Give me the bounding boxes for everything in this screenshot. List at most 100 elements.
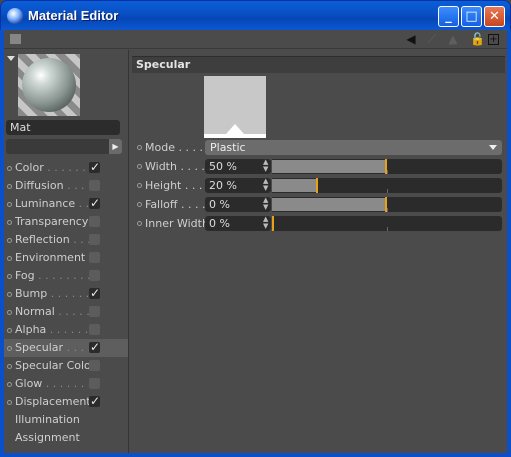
animation-dot-icon[interactable]: [137, 183, 142, 188]
slider-handle[interactable]: [316, 178, 318, 193]
mode-value: Plastic: [210, 141, 246, 154]
channel-label: Luminance . . .: [15, 195, 96, 213]
param-value-field[interactable]: 20 %: [205, 178, 271, 193]
param-row: Falloff . . . .0 % ▲ ▼: [132, 196, 504, 214]
channel-name: Fog: [15, 269, 35, 282]
animation-dot-icon[interactable]: [137, 202, 142, 207]
animation-dot-icon: [7, 292, 12, 297]
channel-item[interactable]: Displacement: [4, 392, 128, 411]
channel-item[interactable]: Luminance . . .: [4, 194, 128, 213]
channel-item[interactable]: Bump . . . . . . .: [4, 284, 128, 303]
param-value-field[interactable]: 50 %: [205, 159, 271, 174]
channel-name: Bump: [15, 287, 48, 300]
channel-checkbox[interactable]: [89, 234, 100, 245]
channel-item[interactable]: Assignment: [4, 429, 128, 447]
back-arrow-icon[interactable]: ◀: [404, 32, 418, 46]
channel-checkbox[interactable]: [89, 284, 100, 302]
channel-item[interactable]: Glow . . . . . . . .: [4, 375, 128, 393]
channel-name: Environment: [15, 251, 86, 264]
app-icon: [7, 8, 23, 24]
channel-checkbox[interactable]: [89, 216, 100, 227]
title-bar[interactable]: Material Editor _ □ ✕: [0, 0, 511, 30]
param-slider[interactable]: [272, 197, 502, 212]
maximize-button[interactable]: □: [461, 6, 482, 27]
param-value-field[interactable]: 0 %: [205, 216, 271, 231]
channel-label: Alpha . . . . . . .: [15, 321, 95, 339]
preview-sphere: [22, 58, 76, 112]
lock-icon[interactable]: 🔓: [470, 32, 485, 46]
channel-checkbox[interactable]: [89, 158, 100, 176]
channel-name: Transparency: [15, 215, 89, 228]
channel-checkbox[interactable]: [89, 270, 100, 281]
param-value-field[interactable]: 0 %: [205, 197, 271, 212]
param-row: Height . . . . 20 % ▲ ▼: [132, 177, 504, 195]
chevron-right-icon[interactable]: ▶: [109, 139, 122, 154]
channel-name: Glow: [15, 377, 43, 390]
channel-item[interactable]: Specular . . . .: [4, 338, 128, 357]
channel-item[interactable]: Diffusion . . . . .: [4, 177, 128, 195]
channel-item[interactable]: Alpha . . . . . . .: [4, 321, 128, 339]
grip-icon[interactable]: [10, 34, 21, 44]
channel-checkbox[interactable]: [89, 338, 100, 356]
channel-item[interactable]: Reflection . . .: [4, 231, 128, 249]
section-title: Specular: [132, 56, 505, 73]
close-button[interactable]: ✕: [484, 6, 505, 27]
channel-item[interactable]: Specular Color: [4, 357, 128, 375]
up-arrow-icon[interactable]: ▲: [446, 32, 460, 46]
channel-item[interactable]: Environment: [4, 249, 128, 267]
channel-checkbox[interactable]: [89, 360, 100, 371]
channel-checkbox[interactable]: [89, 306, 100, 317]
channel-panel: Mat ▶ Color . . . . . . . .Diffusion . .…: [4, 50, 129, 453]
channel-name: Assignment: [15, 431, 80, 444]
animation-dot-icon: [7, 238, 12, 243]
channel-checkbox[interactable]: [89, 194, 100, 212]
channel-item[interactable]: Normal . . . . . .: [4, 303, 128, 321]
slider-fill: [272, 179, 318, 192]
slider-center-tick: [387, 227, 388, 231]
channel-label: Diffusion . . . . .: [15, 177, 99, 195]
spinner-arrows-icon[interactable]: ▲ ▼: [263, 197, 268, 211]
spinner-arrows-icon[interactable]: ▲ ▼: [263, 216, 268, 230]
minimize-button[interactable]: _: [438, 6, 459, 27]
channel-checkbox[interactable]: [89, 252, 100, 263]
specular-curve-peak: [226, 124, 244, 134]
channel-label: Specular Color: [15, 357, 95, 375]
channel-item[interactable]: Transparency: [4, 213, 128, 231]
channel-item[interactable]: Fog . . . . . . . . .: [4, 267, 128, 285]
animation-dot-icon[interactable]: [137, 221, 142, 226]
param-label: Width . . . .: [145, 160, 205, 173]
channel-item[interactable]: Illumination: [4, 411, 128, 429]
new-window-icon[interactable]: +: [488, 34, 499, 45]
animation-dot-icon: [7, 382, 12, 387]
channel-checkbox[interactable]: [89, 392, 100, 410]
channel-label: Displacement: [15, 393, 91, 411]
channel-item[interactable]: Color . . . . . . . .: [4, 158, 128, 177]
mode-row: Mode . . . . Plastic: [132, 139, 504, 157]
param-slider[interactable]: [272, 178, 502, 193]
channel-checkbox[interactable]: [89, 378, 100, 389]
channel-label: Specular . . . .: [15, 339, 91, 357]
channel-checkbox[interactable]: [89, 324, 100, 335]
channel-name: Luminance: [15, 197, 76, 210]
slider-handle[interactable]: [272, 216, 274, 231]
param-slider[interactable]: [272, 216, 502, 231]
animation-dot-icon[interactable]: [137, 145, 142, 150]
slider-center-tick: [387, 189, 388, 193]
channel-label: Bump . . . . . . .: [15, 285, 96, 303]
param-row: Width . . . . 50 % ▲ ▼: [132, 158, 504, 176]
material-name-field[interactable]: Mat: [6, 120, 120, 135]
preview-mode-select[interactable]: [6, 139, 109, 154]
mode-dropdown[interactable]: Plastic: [205, 140, 502, 155]
material-preview-thumbnail[interactable]: [18, 54, 80, 116]
spinner-arrows-icon[interactable]: ▲ ▼: [263, 178, 268, 192]
specular-curve-base: [204, 134, 266, 138]
spinner-arrows-icon[interactable]: ▲ ▼: [263, 159, 268, 173]
collapse-triangle-icon[interactable]: [7, 56, 15, 61]
channel-checkbox[interactable]: [89, 180, 100, 191]
param-slider[interactable]: [272, 159, 502, 174]
animation-dot-icon: [7, 166, 12, 171]
animation-dot-icon[interactable]: [137, 164, 142, 169]
forward-arrow-icon[interactable]: ⟋: [425, 32, 439, 46]
slider-handle[interactable]: [385, 197, 387, 212]
slider-handle[interactable]: [385, 159, 387, 174]
